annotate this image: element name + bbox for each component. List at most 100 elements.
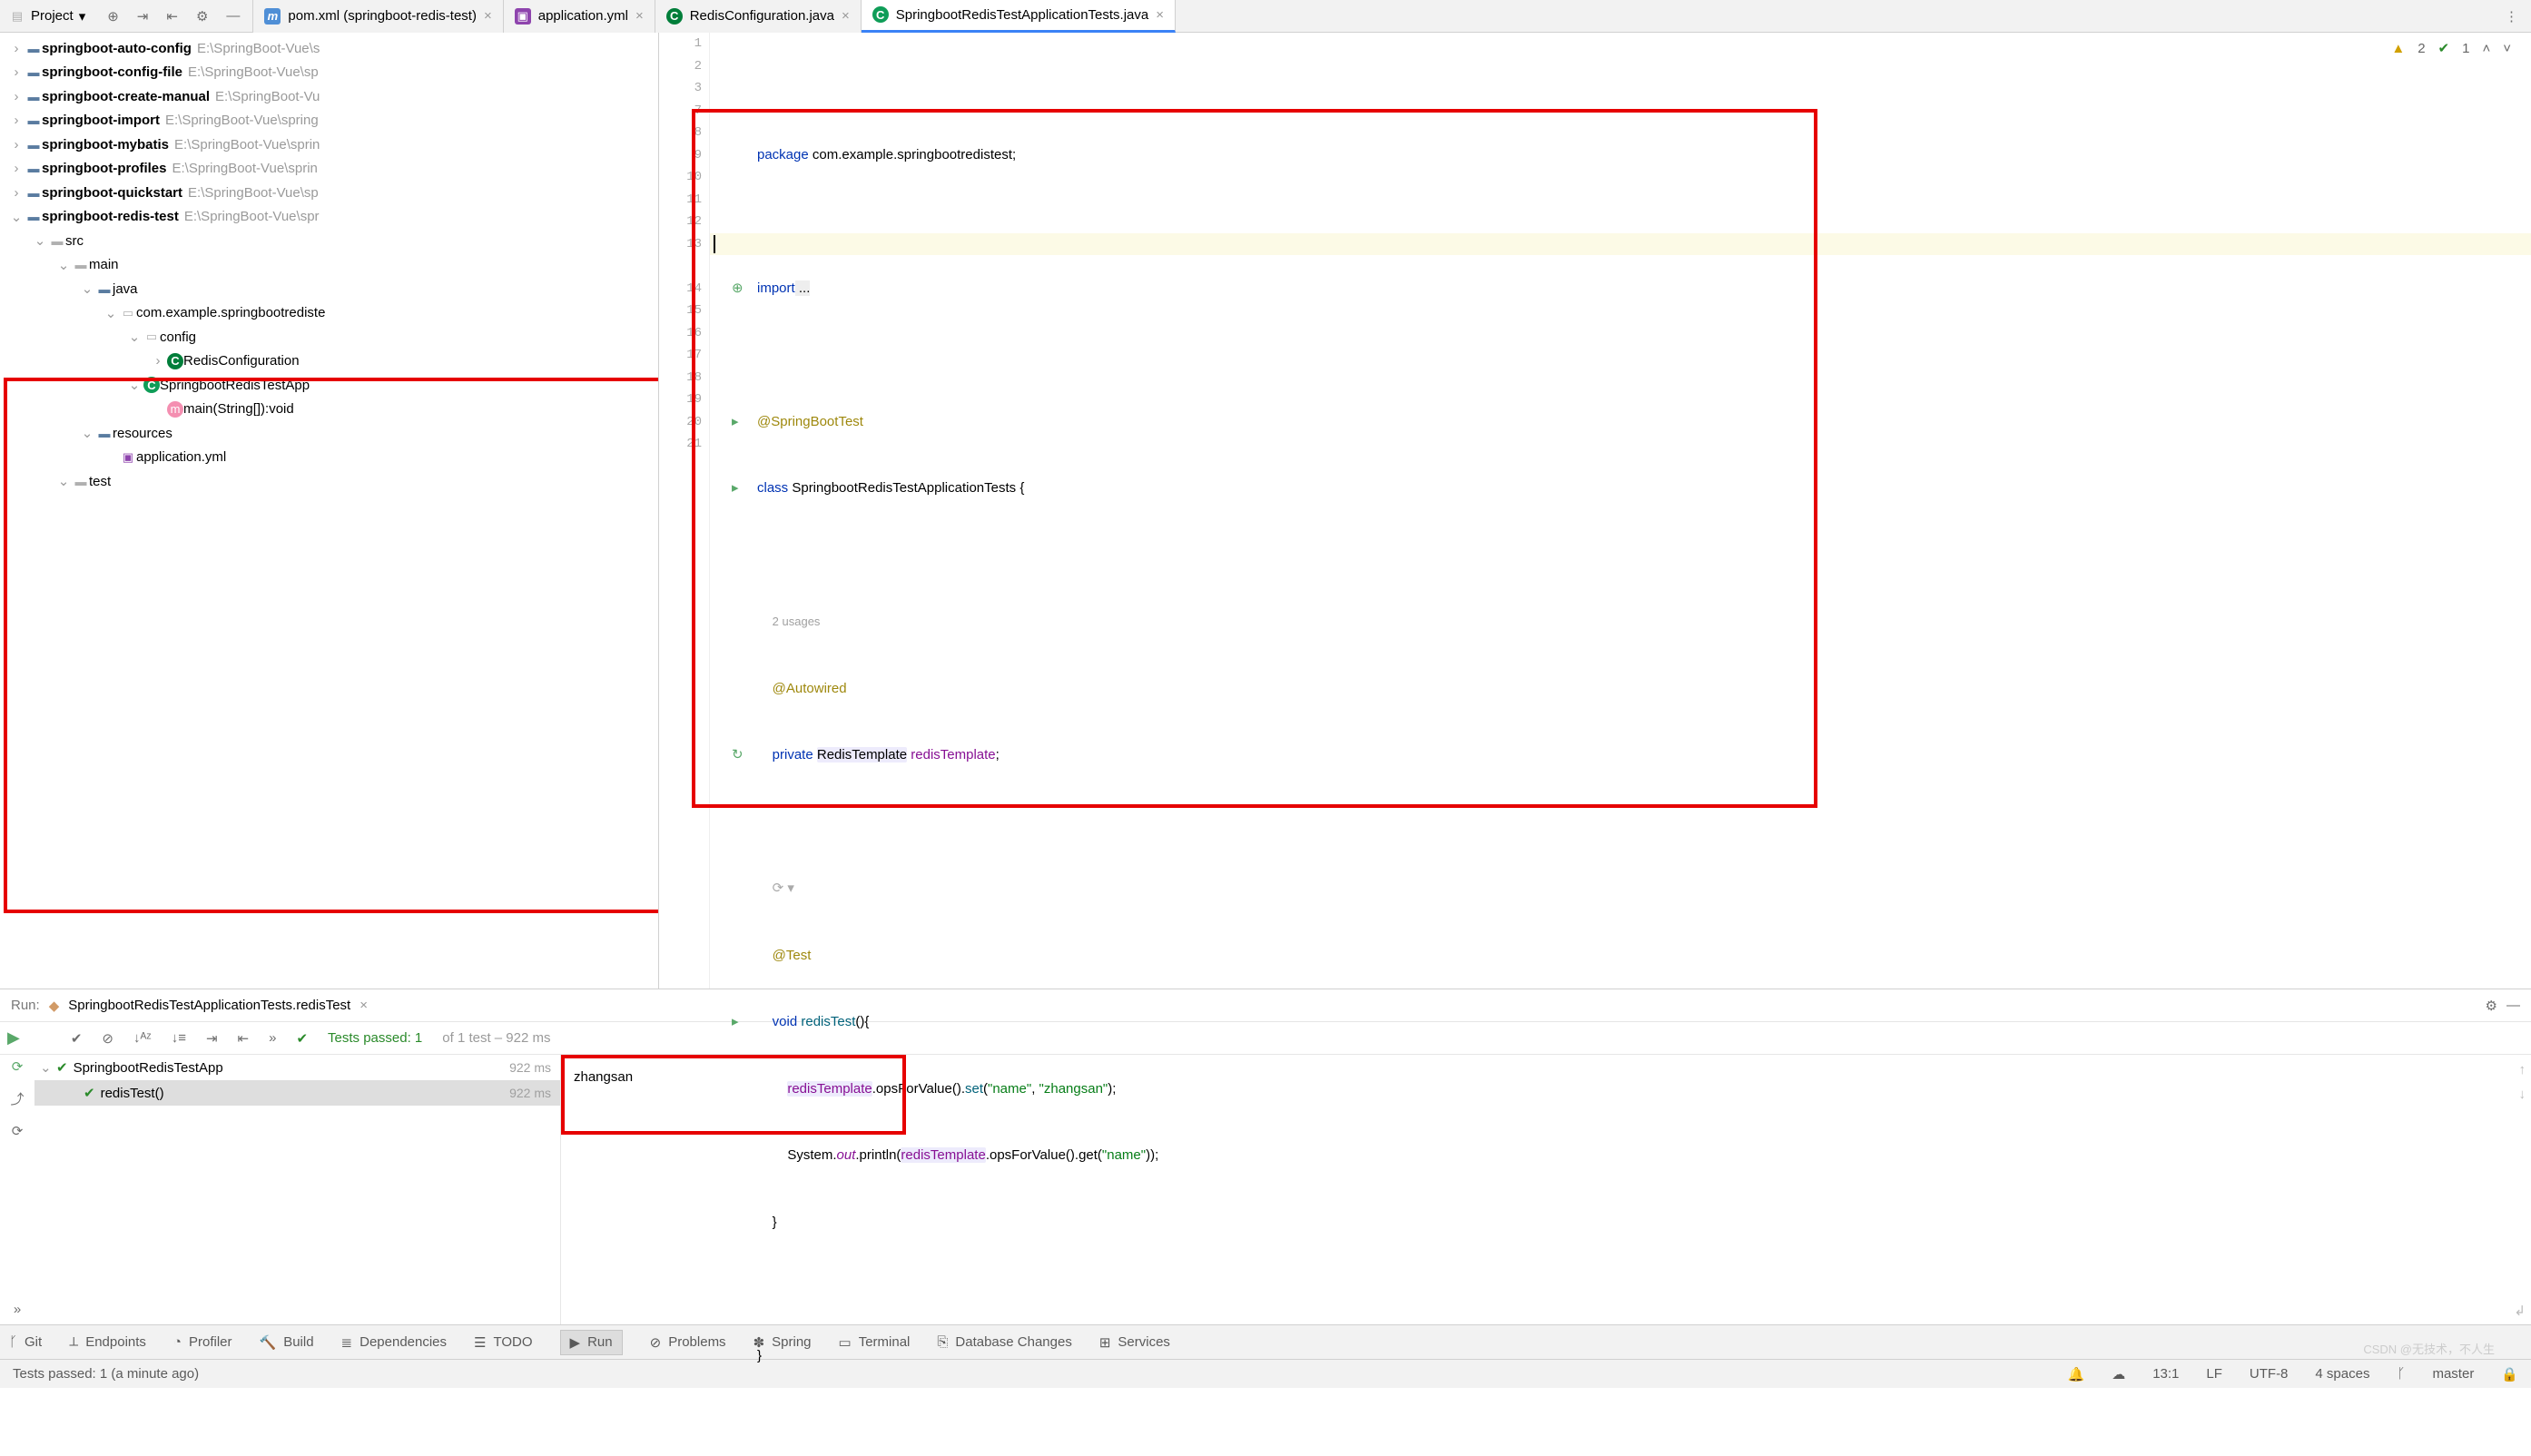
bean-gutter-icon[interactable]: ↻ [732, 744, 744, 767]
test-node[interactable]: ⌄✔SpringbootRedisTestApp922 ms [34, 1055, 560, 1080]
chevron-icon[interactable]: › [7, 113, 25, 128]
toolwindow-git[interactable]: ᚴGit [9, 1334, 42, 1350]
test-tree[interactable]: ⌄✔SpringbootRedisTestApp922 ms✔redisTest… [34, 1055, 561, 1324]
chevron-icon[interactable]: ⌄ [78, 425, 96, 441]
sort-icon[interactable]: ↓ᴬᶻ [133, 1030, 152, 1046]
project-tree[interactable]: ›▬ springboot-auto-configE:\SpringBoot-V… [0, 33, 658, 989]
package-stmt: com.example.springbootredistest; [809, 147, 1016, 162]
tree-node[interactable]: ⌄▬ resources [0, 421, 658, 446]
inspection-widget[interactable]: ▲2 ✔1 ˄ ˅ [2391, 40, 2511, 56]
chevron-up-icon[interactable]: ˄ [2482, 41, 2490, 56]
chevron-icon[interactable]: ⌄ [54, 257, 73, 273]
run-gutter-icon[interactable]: ▸ [732, 411, 739, 434]
tree-node[interactable]: ⌄▭ config [0, 325, 658, 349]
toolwindow-dependencies[interactable]: ≣Dependencies [341, 1334, 447, 1351]
rerun-failed-icon[interactable]: ⟳ [12, 1058, 24, 1075]
soft-wrap-icon[interactable]: ↲ [2514, 1303, 2526, 1319]
editor-tab[interactable]: mpom.xml (springboot-redis-test)× [253, 0, 503, 33]
code-area[interactable]: package com.example.springbootredistest;… [710, 33, 2531, 989]
chevron-icon[interactable]: ⌄ [102, 305, 120, 321]
tree-node[interactable]: ⌄C SpringbootRedisTestApp [0, 373, 658, 398]
collapse-icon[interactable]: ⇥ [137, 8, 149, 25]
chevron-icon[interactable]: › [7, 137, 25, 152]
node-label: com.example.springbootrediste [136, 305, 325, 320]
sort-time-icon[interactable]: ↓≡ [172, 1030, 186, 1046]
tree-node[interactable]: ⌄▬ src [0, 229, 658, 253]
tree-node[interactable]: ›▬ springboot-config-fileE:\SpringBoot-V… [0, 61, 658, 85]
code-editor[interactable]: 123789101112131415161718192021 package c… [659, 33, 2531, 989]
collapse-all-icon[interactable]: ⇤ [238, 1030, 250, 1047]
console-output[interactable]: zhangsan ↑ ↓ ↲ [561, 1055, 2531, 1324]
layout-icon[interactable]: ⟳ [12, 1123, 24, 1139]
expand-icon[interactable]: ⇤ [166, 8, 178, 25]
chevron-icon[interactable]: ⌄ [125, 377, 143, 393]
chevron-icon[interactable]: › [7, 161, 25, 176]
editor-tab[interactable]: ▣application.yml× [504, 0, 655, 33]
chevron-icon[interactable]: ⌄ [78, 280, 96, 297]
filter-passed-icon[interactable]: ✔ [71, 1030, 83, 1047]
chevron-icon[interactable]: › [7, 89, 25, 104]
import-folded[interactable]: ... [795, 280, 811, 296]
node-hint: E:\SpringBoot-Vue\spring [165, 113, 319, 128]
tree-node[interactable]: ⌄▬ springboot-redis-testE:\SpringBoot-Vu… [0, 205, 658, 230]
chevron-icon[interactable]: ⌄ [7, 209, 25, 225]
toolwindow-build[interactable]: 🔨Build [260, 1334, 314, 1351]
close-icon[interactable]: × [842, 8, 850, 24]
close-icon[interactable]: × [1156, 7, 1164, 23]
run-gutter-icon-2[interactable]: ▸ [732, 477, 739, 500]
editor-tab[interactable]: CRedisConfiguration.java× [655, 0, 862, 33]
close-icon[interactable]: × [359, 998, 368, 1013]
problems-icon: ⊘ [650, 1334, 662, 1351]
scroll-up-icon[interactable]: ↑ [2519, 1062, 2526, 1077]
chevron-icon[interactable]: › [7, 41, 25, 56]
close-icon[interactable]: × [484, 8, 492, 24]
tree-node[interactable]: ⌄▬ java [0, 277, 658, 301]
toolwindow-run[interactable]: ▶Run [560, 1330, 623, 1355]
toggle-auto-icon[interactable]: ⤴ [10, 1089, 24, 1108]
chevron-icon[interactable]: › [149, 353, 167, 369]
more-icon[interactable]: » [14, 1302, 21, 1317]
filter-ignored-icon[interactable]: ⊘ [102, 1030, 113, 1047]
tree-node[interactable]: ›▬ springboot-create-manualE:\SpringBoot… [0, 84, 658, 109]
fold-icon[interactable]: ⊕ [732, 278, 744, 300]
warning-icon: ▲ [2391, 41, 2405, 56]
tree-node[interactable]: m main(String[]):void [0, 398, 658, 422]
expand-all-icon[interactable]: ⇥ [206, 1030, 218, 1047]
target-icon[interactable]: ⊕ [107, 8, 119, 25]
editor-tab[interactable]: CSpringbootRedisTestApplicationTests.jav… [862, 0, 1176, 33]
kw-void: void [773, 1014, 802, 1029]
toolwindow-endpoints[interactable]: ⟂Endpoints [69, 1334, 146, 1350]
run-gutter-icon-3[interactable]: ▸ [732, 1011, 739, 1034]
tree-node[interactable]: ⌄▬ main [0, 253, 658, 278]
tree-node[interactable]: ⌄▭ com.example.springbootrediste [0, 301, 658, 326]
tab-overflow-icon[interactable]: ⋮ [2492, 8, 2531, 25]
tree-node[interactable]: ▣ application.yml [0, 446, 658, 470]
gear-icon[interactable]: ⚙ [196, 8, 208, 25]
toolwindow-profiler[interactable]: ◔Profiler [173, 1334, 232, 1350]
run-config-name[interactable]: SpringbootRedisTestApplicationTests.redi… [68, 998, 350, 1013]
tree-node[interactable]: ›▬ springboot-profilesE:\SpringBoot-Vue\… [0, 157, 658, 182]
scroll-down-icon[interactable]: ↓ [2519, 1087, 2526, 1102]
chevron-icon[interactable]: ⌄ [31, 232, 49, 249]
chevron-icon[interactable]: ⌄ [125, 329, 143, 345]
chevron-icon[interactable]: › [7, 64, 25, 80]
tree-node[interactable]: ›▬ springboot-auto-configE:\SpringBoot-V… [0, 36, 658, 61]
tree-node[interactable]: ›▬ springboot-quickstartE:\SpringBoot-Vu… [0, 181, 658, 205]
more-icon[interactable]: » [269, 1030, 276, 1046]
usage-hint[interactable]: 2 usages [773, 615, 821, 628]
minimize-icon[interactable]: — [226, 8, 240, 25]
chevron-down-icon[interactable]: ˅ [2503, 41, 2511, 56]
tree-node[interactable]: ›▬ springboot-importE:\SpringBoot-Vue\sp… [0, 109, 658, 133]
close-icon[interactable]: × [635, 8, 644, 24]
tree-node[interactable]: ⌄▬ test [0, 469, 658, 494]
toolwindow-problems[interactable]: ⊘Problems [650, 1334, 726, 1351]
project-selector[interactable]: ▤ Project ▾ [0, 8, 94, 25]
rerun-icon[interactable]: ▶ [7, 1028, 20, 1048]
tests-summary-suffix: of 1 test – 922 ms [442, 1030, 550, 1046]
chevron-icon[interactable]: ⌄ [54, 473, 73, 489]
tree-node[interactable]: ›C RedisConfiguration [0, 349, 658, 374]
test-node[interactable]: ✔redisTest()922 ms [34, 1080, 560, 1106]
chevron-icon[interactable]: › [7, 185, 25, 201]
tree-node[interactable]: ›▬ springboot-mybatisE:\SpringBoot-Vue\s… [0, 133, 658, 157]
toolwindow-todo[interactable]: ☰TODO [474, 1334, 533, 1351]
